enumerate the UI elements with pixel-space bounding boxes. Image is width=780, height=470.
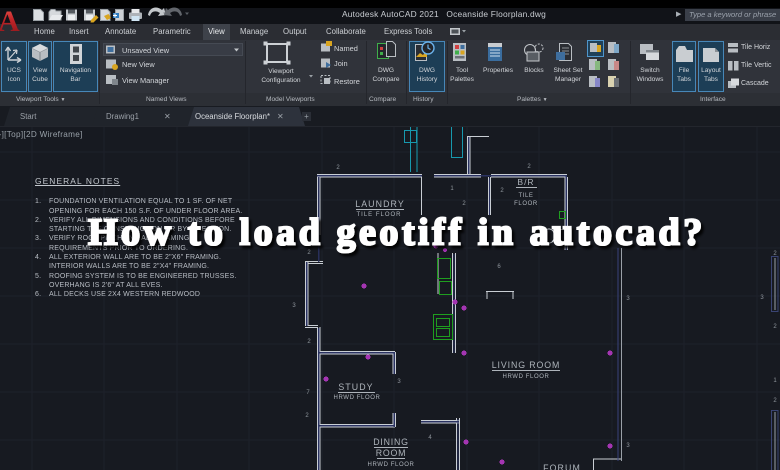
svg-text:How to load geotiff in autocad: How to load geotiff in autocad? — [88, 212, 706, 254]
